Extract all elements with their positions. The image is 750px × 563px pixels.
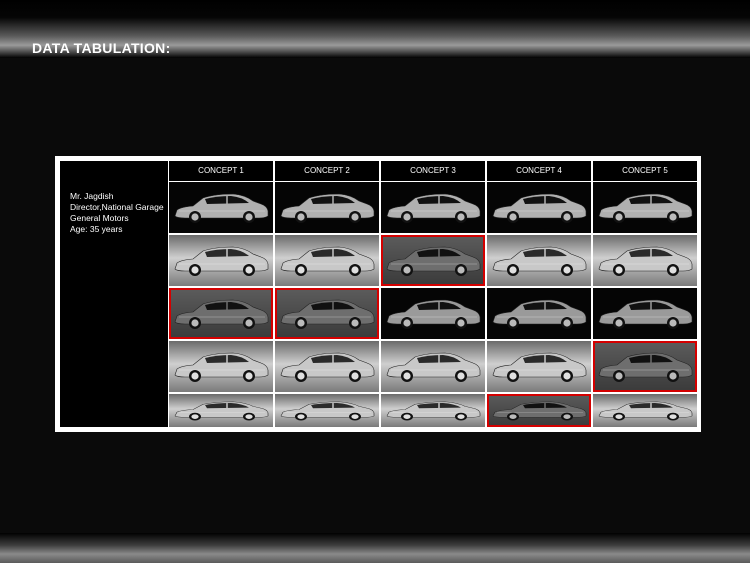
car-image-r5-c1 (169, 394, 273, 427)
car-image-r4-c2 (275, 341, 379, 392)
concept-header-2: CONCEPT 2 (275, 161, 379, 181)
respondent-name: Mr. Jagdish (70, 191, 114, 201)
car-image-r1-c5 (593, 182, 697, 233)
car-image-r1-c3 (381, 182, 485, 233)
car-image-r3-c1-selected (169, 288, 273, 339)
car-image-r5-c4-selected (487, 394, 591, 427)
respondent-age: Age: 35 years (70, 224, 123, 234)
car-image-r3-c4 (487, 288, 591, 339)
tabulation-panel: Mr. Jagdish Director,National Garage Gen… (55, 156, 701, 432)
footer-bar (0, 533, 750, 563)
concept-grid: CONCEPT 1 CONCEPT 2 CONCEPT 3 CONCEPT 4 CONC… (169, 161, 697, 427)
car-image-r4-c1 (169, 341, 273, 392)
car-image-r4-c4 (487, 341, 591, 392)
car-image-r1-c2 (275, 182, 379, 233)
concept-header-4: CONCEPT 4 (487, 161, 591, 181)
car-image-r1-c4 (487, 182, 591, 233)
respondent-title: Director,National Garage (70, 202, 164, 212)
car-image-r5-c5 (593, 394, 697, 427)
car-image-r2-c2 (275, 235, 379, 286)
concept-header-3: CONCEPT 3 (381, 161, 485, 181)
respondent-company: General Motors (70, 213, 129, 223)
car-image-r2-c1 (169, 235, 273, 286)
car-image-r2-c4 (487, 235, 591, 286)
car-image-r3-c5 (593, 288, 697, 339)
car-image-r3-c3 (381, 288, 485, 339)
car-image-r3-c2-selected (275, 288, 379, 339)
car-image-r2-c5 (593, 235, 697, 286)
car-image-r4-c3 (381, 341, 485, 392)
car-image-r4-c5-selected (593, 341, 697, 392)
car-image-r5-c3 (381, 394, 485, 427)
car-image-r5-c2 (275, 394, 379, 427)
car-image-r1-c1 (169, 182, 273, 233)
car-image-r2-c3-selected (381, 235, 485, 286)
slide-title: DATA TABULATION: (32, 40, 171, 56)
respondent-info: Mr. Jagdish Director,National Garage Gen… (60, 161, 168, 427)
concept-header-5: CONCEPT 5 (593, 161, 697, 181)
concept-header-1: CONCEPT 1 (169, 161, 273, 181)
